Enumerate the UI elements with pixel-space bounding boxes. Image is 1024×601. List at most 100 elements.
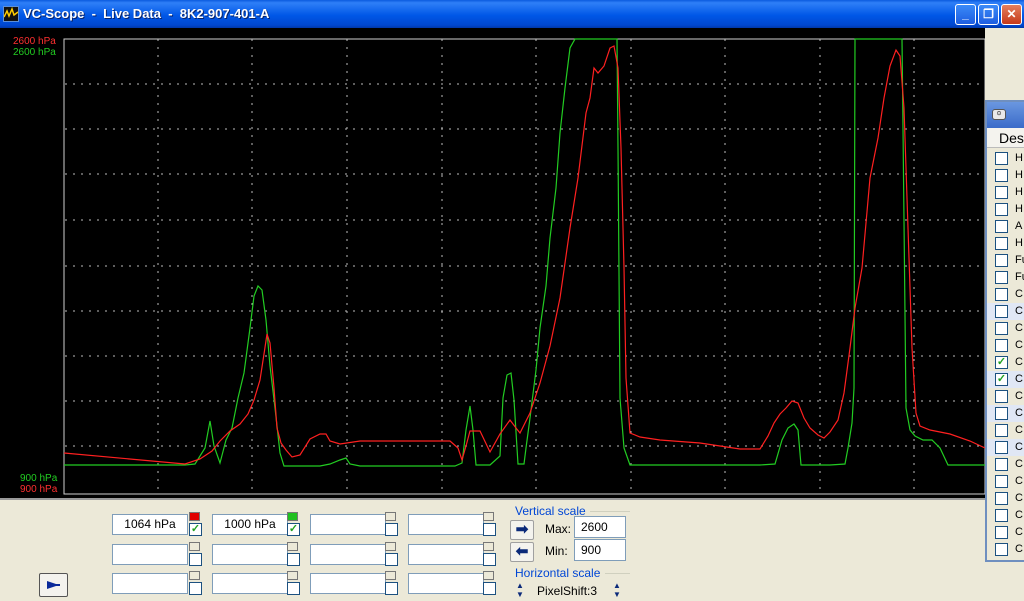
- scope-display[interactable]: 2600 hPa 2600 hPa 900 hPa 900 hPa: [0, 28, 985, 500]
- channel-list-row[interactable]: ✓ C: [987, 354, 1024, 371]
- channel-list-row[interactable]: A: [987, 218, 1024, 235]
- channel-list-checkbox[interactable]: [995, 339, 1008, 352]
- channel-10-checkbox[interactable]: [287, 582, 300, 595]
- channel-list-row[interactable]: C: [987, 337, 1024, 354]
- channel-list-row[interactable]: C: [987, 456, 1024, 473]
- channel-12-color-swatch[interactable]: [483, 571, 494, 580]
- channel-2-checkbox[interactable]: ✓: [287, 523, 300, 536]
- channel-6-color-swatch[interactable]: [287, 542, 298, 551]
- panel-titlebar[interactable]: ⊙: [987, 102, 1024, 128]
- control-panel: 1064 hPa ✓ 1000 hPa ✓ Vertical scale ➡ M…: [0, 502, 985, 600]
- channel-list-checkbox[interactable]: [995, 509, 1008, 522]
- channel-list-checkbox[interactable]: [995, 458, 1008, 471]
- channel-7-color-swatch[interactable]: [385, 542, 396, 551]
- channel-list-checkbox[interactable]: [995, 424, 1008, 437]
- channel-7-value: [310, 544, 386, 565]
- channel-list-row[interactable]: C: [987, 473, 1024, 490]
- channel-3-checkbox[interactable]: [385, 523, 398, 536]
- channel-list-row[interactable]: C: [987, 490, 1024, 507]
- channel-list-row[interactable]: Fu: [987, 269, 1024, 286]
- channel-list-row[interactable]: C: [987, 388, 1024, 405]
- channel-list-row[interactable]: H: [987, 184, 1024, 201]
- channel-list-checkbox[interactable]: [995, 441, 1008, 454]
- channel-list-row[interactable]: C: [987, 405, 1024, 422]
- channel-list-label: C: [1015, 305, 1023, 317]
- channel-list-checkbox[interactable]: [995, 526, 1008, 539]
- channel-list-checkbox[interactable]: [995, 237, 1008, 250]
- channel-5-color-swatch[interactable]: [189, 542, 200, 551]
- channel-4-color-swatch[interactable]: [483, 512, 494, 521]
- channel-list-checkbox[interactable]: [995, 186, 1008, 199]
- channel-list-label: Fu: [1015, 271, 1024, 283]
- channel-list-row[interactable]: H: [987, 201, 1024, 218]
- channel-list-row[interactable]: C: [987, 507, 1024, 524]
- channel-1-checkbox[interactable]: ✓: [189, 523, 202, 536]
- channel-11-checkbox[interactable]: [385, 582, 398, 595]
- channel-1-color-swatch[interactable]: [189, 512, 200, 521]
- pixelshift-spinner-icon[interactable]: ▲ ▼: [611, 581, 623, 601]
- channel-4-checkbox[interactable]: [483, 523, 496, 536]
- channel-9-color-swatch[interactable]: [189, 571, 200, 580]
- minimize-button[interactable]: _: [955, 4, 976, 25]
- channel-list-row[interactable]: ✓ C: [987, 371, 1024, 388]
- channel-list-checkbox[interactable]: [995, 390, 1008, 403]
- green-trace: [64, 38, 985, 467]
- channel-list-row[interactable]: H: [987, 167, 1024, 184]
- channel-list-row[interactable]: C: [987, 303, 1024, 320]
- channel-list-row[interactable]: C: [987, 541, 1024, 558]
- channel-list-checkbox[interactable]: [995, 322, 1008, 335]
- channel-3-color-swatch[interactable]: [385, 512, 396, 521]
- channel-list-checkbox[interactable]: [995, 543, 1008, 556]
- channel-list-checkbox[interactable]: [995, 271, 1008, 284]
- channel-list-checkbox[interactable]: [995, 288, 1008, 301]
- channel-8-checkbox[interactable]: [483, 553, 496, 566]
- channel-list-label: H: [1015, 186, 1023, 198]
- channel-list-checkbox[interactable]: [995, 169, 1008, 182]
- channel-list-checkbox[interactable]: ✓: [995, 373, 1008, 386]
- channel-6-checkbox[interactable]: [287, 553, 300, 566]
- channel-list-label: C: [1015, 458, 1023, 470]
- channel-list-checkbox[interactable]: [995, 254, 1008, 267]
- channel-list-checkbox[interactable]: [995, 203, 1008, 216]
- channel-6-value: [212, 544, 288, 565]
- channel-list-row[interactable]: C: [987, 524, 1024, 541]
- channel-list-label: H: [1015, 169, 1023, 181]
- play-button[interactable]: [39, 573, 68, 597]
- app-icon[interactable]: [3, 6, 19, 22]
- channel-list-checkbox[interactable]: ✓: [995, 356, 1008, 369]
- channel-list-panel[interactable]: ⊙ Des HHHHAHFuFuCCCC✓C✓CCCCCCCCCCC: [985, 100, 1024, 562]
- channel-list-checkbox[interactable]: [995, 152, 1008, 165]
- channel-9-checkbox[interactable]: [189, 582, 202, 595]
- channel-list-row[interactable]: H: [987, 235, 1024, 252]
- channel-list-row[interactable]: H: [987, 150, 1024, 167]
- channel-list-row[interactable]: C: [987, 320, 1024, 337]
- channel-list-row[interactable]: C: [987, 286, 1024, 303]
- maximize-button[interactable]: ❐: [978, 4, 999, 25]
- channel-11-color-swatch[interactable]: [385, 571, 396, 580]
- max-input[interactable]: 2600: [574, 516, 626, 538]
- channel-list-checkbox[interactable]: [995, 305, 1008, 318]
- scale-max-increase-button[interactable]: ➡: [510, 520, 534, 540]
- channel-list-checkbox[interactable]: [995, 220, 1008, 233]
- title-bar[interactable]: VC-Scope - Live Data - 8K2-907-401-A _ ❐…: [0, 0, 1024, 28]
- channel-list-checkbox[interactable]: [995, 407, 1008, 420]
- channel-2-color-swatch[interactable]: [287, 512, 298, 521]
- channel-list-label: C: [1015, 356, 1023, 368]
- channel-8-color-swatch[interactable]: [483, 542, 494, 551]
- channel-list-row[interactable]: C: [987, 422, 1024, 439]
- channel-list-checkbox[interactable]: [995, 492, 1008, 505]
- channel-7-checkbox[interactable]: [385, 553, 398, 566]
- pixelshift-down-icon[interactable]: ▲ ▼: [514, 581, 526, 601]
- scale-min-decrease-button[interactable]: ⬅: [510, 542, 534, 562]
- channel-12-checkbox[interactable]: [483, 582, 496, 595]
- channel-list-row[interactable]: C: [987, 439, 1024, 456]
- channel-list-label: C: [1015, 390, 1023, 402]
- min-label: Min:: [545, 544, 568, 558]
- channel-10-color-swatch[interactable]: [287, 571, 298, 580]
- channel-list-checkbox[interactable]: [995, 475, 1008, 488]
- channel-list-row[interactable]: Fu: [987, 252, 1024, 269]
- close-button[interactable]: ✕: [1001, 4, 1022, 25]
- min-input[interactable]: 900: [574, 539, 626, 561]
- channel-5-checkbox[interactable]: [189, 553, 202, 566]
- panel-column-header[interactable]: Des: [987, 128, 1024, 148]
